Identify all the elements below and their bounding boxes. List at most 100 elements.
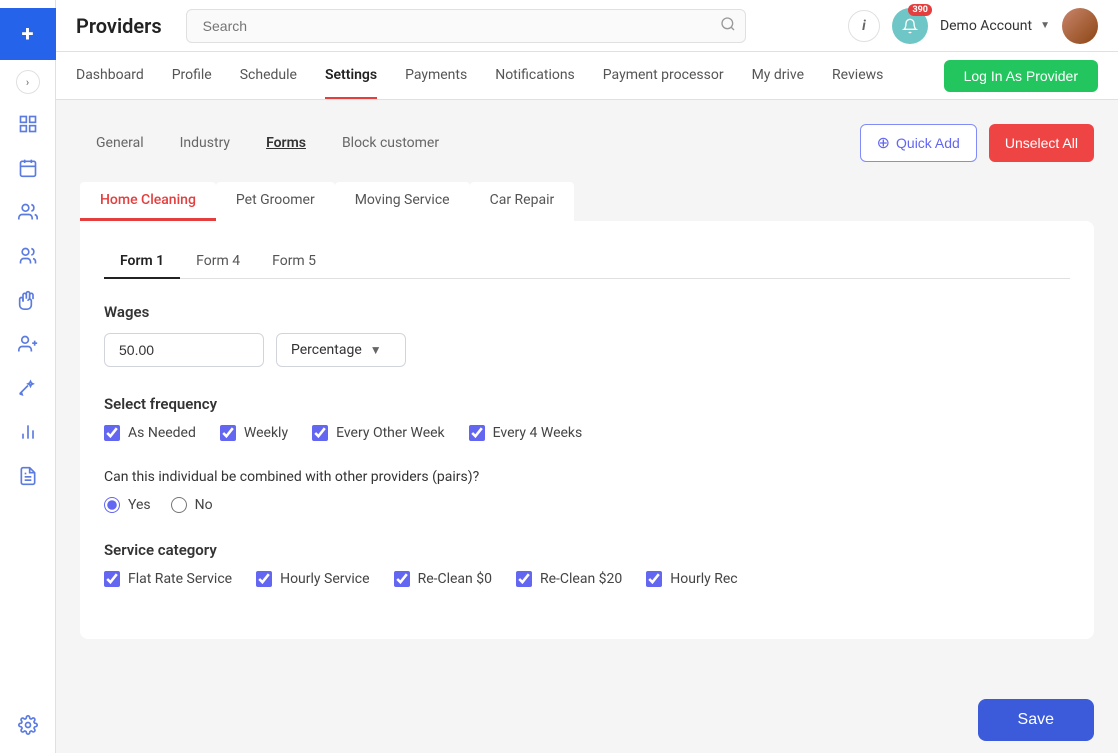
svc-hourly-checkbox[interactable]: [256, 571, 272, 587]
users-icon[interactable]: [8, 192, 48, 232]
svc-hourly[interactable]: Hourly Service: [256, 571, 369, 587]
avatar: [1062, 8, 1098, 44]
search-icon[interactable]: [720, 16, 736, 36]
svc-hourly-label: Hourly Service: [280, 571, 369, 587]
report-icon[interactable]: [8, 456, 48, 496]
nav-dashboard[interactable]: Dashboard: [76, 53, 144, 99]
nav-payment-processor[interactable]: Payment processor: [603, 53, 724, 99]
sidebar: + ›: [0, 0, 56, 753]
svc-re-clean-20[interactable]: Re-Clean $20: [516, 571, 622, 587]
settings-tab-row: General Industry Forms Block customer ⊕ …: [80, 124, 1094, 162]
pairs-no-label: No: [195, 497, 213, 513]
account-name: Demo Account: [940, 18, 1032, 34]
save-bar: Save: [56, 687, 1118, 753]
nav-my-drive[interactable]: My drive: [752, 53, 804, 99]
search-input[interactable]: [186, 9, 746, 43]
form-tab-1[interactable]: Form 1: [104, 245, 180, 279]
wages-type-select[interactable]: Percentage ▼: [276, 333, 406, 367]
unselect-all-button[interactable]: Unselect All: [989, 124, 1094, 162]
nav-payments[interactable]: Payments: [405, 53, 467, 99]
nav-schedule[interactable]: Schedule: [240, 53, 297, 99]
nav-notifications[interactable]: Notifications: [495, 53, 575, 99]
svc-flat-rate-checkbox[interactable]: [104, 571, 120, 587]
tab-general[interactable]: General: [80, 127, 160, 159]
freq-weekly[interactable]: Weekly: [220, 425, 288, 441]
plus-circle-icon: ⊕: [877, 133, 890, 153]
magic-icon[interactable]: [8, 368, 48, 408]
calendar-icon[interactable]: [8, 148, 48, 188]
form-card: Form 1 Form 4 Form 5 Wages Percentage ▼: [80, 221, 1094, 639]
svc-re-clean-20-checkbox[interactable]: [516, 571, 532, 587]
chevron-down-icon: ▼: [1040, 20, 1050, 31]
svc-re-clean-0-label: Re-Clean $0: [418, 571, 492, 587]
collapse-btn[interactable]: ›: [16, 70, 40, 94]
pairs-yes-radio[interactable]: [104, 497, 120, 513]
industry-tab-home-cleaning[interactable]: Home Cleaning: [80, 182, 216, 221]
tab-block-customer[interactable]: Block customer: [326, 127, 455, 159]
form-tabs: Form 1 Form 4 Form 5: [104, 245, 1070, 279]
team-icon[interactable]: [8, 236, 48, 276]
pairs-no[interactable]: No: [171, 497, 213, 513]
pairs-yes[interactable]: Yes: [104, 497, 151, 513]
grid-icon[interactable]: [8, 104, 48, 144]
freq-every-4-weeks-checkbox[interactable]: [469, 425, 485, 441]
svc-hourly-rec[interactable]: Hourly Rec: [646, 571, 737, 587]
log-in-as-provider-button[interactable]: Log In As Provider: [944, 60, 1098, 92]
pairs-radio-row: Yes No: [104, 497, 1070, 513]
service-checkboxes: Flat Rate Service Hourly Service Re-Clea…: [104, 571, 1070, 587]
service-category-section: Service category Flat Rate Service Hourl…: [104, 541, 1070, 587]
freq-every-other-week[interactable]: Every Other Week: [312, 425, 445, 441]
person-add-icon[interactable]: [8, 324, 48, 364]
nav-reviews[interactable]: Reviews: [832, 53, 883, 99]
wages-type-label: Percentage: [291, 342, 362, 358]
settings-tabs: General Industry Forms Block customer: [80, 127, 455, 159]
nav-settings[interactable]: Settings: [325, 53, 377, 99]
tab-industry[interactable]: Industry: [164, 127, 246, 159]
svc-flat-rate[interactable]: Flat Rate Service: [104, 571, 232, 587]
tab-forms[interactable]: Forms: [250, 127, 322, 159]
app-logo[interactable]: +: [0, 8, 56, 60]
form-tab-5[interactable]: Form 5: [256, 245, 332, 279]
chart-icon[interactable]: [8, 412, 48, 452]
account-button[interactable]: Demo Account ▼: [940, 18, 1050, 34]
action-buttons: ⊕ Quick Add Unselect All: [860, 124, 1094, 162]
hand-icon[interactable]: [8, 280, 48, 320]
save-button[interactable]: Save: [978, 699, 1094, 741]
notification-badge: 390: [908, 4, 932, 16]
svc-hourly-rec-checkbox[interactable]: [646, 571, 662, 587]
wages-select-chevron: ▼: [370, 343, 382, 357]
wages-input[interactable]: [104, 333, 264, 367]
pairs-label: Can this individual be combined with oth…: [104, 469, 1070, 485]
info-button[interactable]: i: [848, 10, 880, 42]
freq-weekly-checkbox[interactable]: [220, 425, 236, 441]
wages-row: Percentage ▼: [104, 333, 1070, 367]
freq-weekly-label: Weekly: [244, 425, 288, 441]
frequency-label: Select frequency: [104, 395, 1070, 413]
notification-bell[interactable]: 390: [892, 8, 928, 44]
top-header: Providers i 390 Demo Account ▼: [56, 0, 1118, 52]
industry-tab-moving-service[interactable]: Moving Service: [335, 182, 470, 221]
industry-tab-pet-groomer[interactable]: Pet Groomer: [216, 182, 335, 221]
freq-every-other-week-label: Every Other Week: [336, 425, 445, 441]
svc-re-clean-0[interactable]: Re-Clean $0: [394, 571, 492, 587]
settings-icon[interactable]: [8, 705, 48, 745]
nav-profile[interactable]: Profile: [172, 53, 212, 99]
svc-re-clean-0-checkbox[interactable]: [394, 571, 410, 587]
form-tab-4[interactable]: Form 4: [180, 245, 256, 279]
freq-every-other-week-checkbox[interactable]: [312, 425, 328, 441]
svc-re-clean-20-label: Re-Clean $20: [540, 571, 622, 587]
pairs-no-radio[interactable]: [171, 497, 187, 513]
industry-tab-car-repair[interactable]: Car Repair: [470, 182, 575, 221]
freq-as-needed-checkbox[interactable]: [104, 425, 120, 441]
industry-tabs: Home Cleaning Pet Groomer Moving Service…: [80, 182, 1094, 221]
quick-add-button[interactable]: ⊕ Quick Add: [860, 124, 977, 162]
pairs-section: Can this individual be combined with oth…: [104, 469, 1070, 513]
header-right: i 390 Demo Account ▼: [848, 8, 1098, 44]
service-category-label: Service category: [104, 541, 1070, 559]
freq-as-needed[interactable]: As Needed: [104, 425, 196, 441]
page-title: Providers: [76, 14, 162, 38]
frequency-section: Select frequency As Needed Weekly Eve: [104, 395, 1070, 441]
svc-flat-rate-label: Flat Rate Service: [128, 571, 232, 587]
freq-every-4-weeks-label: Every 4 Weeks: [493, 425, 583, 441]
freq-every-4-weeks[interactable]: Every 4 Weeks: [469, 425, 583, 441]
